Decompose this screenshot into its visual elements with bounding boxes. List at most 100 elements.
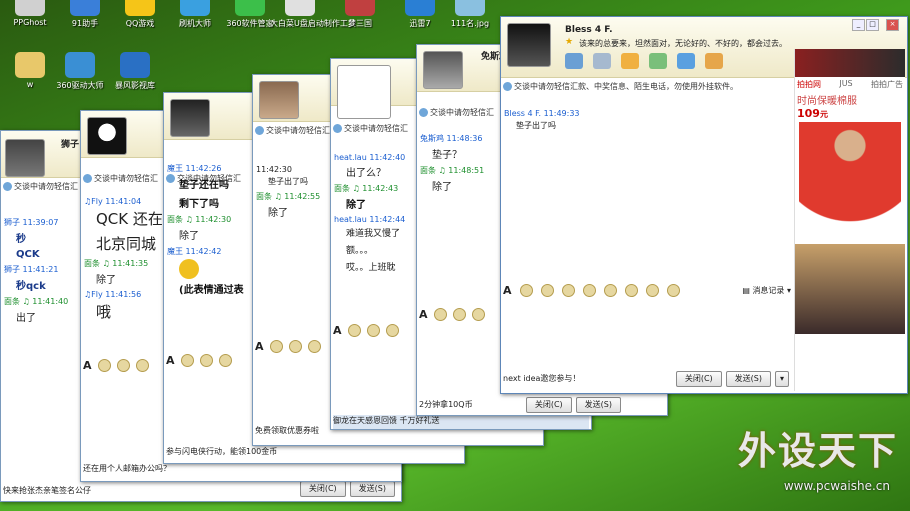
voice-icon[interactable]	[385, 323, 399, 337]
app-icon	[405, 0, 435, 16]
shake-icon[interactable]	[452, 307, 466, 321]
message-history-button[interactable]: ▤ 消息记录 ▾	[742, 285, 791, 296]
font-icon[interactable]: A	[419, 308, 428, 321]
info-icon	[419, 108, 428, 117]
window-toolbar	[565, 53, 723, 69]
contact-avatar	[170, 99, 210, 137]
remote-assist-icon[interactable]	[649, 53, 667, 69]
font-icon[interactable]: A	[333, 324, 342, 337]
desktop-icon[interactable]: QQ游戏	[110, 0, 170, 29]
font-icon[interactable]: A	[83, 359, 92, 372]
rabbit-avatar	[337, 65, 391, 119]
send-button[interactable]: 发送(S)	[725, 371, 771, 387]
shake-icon[interactable]	[288, 339, 302, 353]
maximize-icon[interactable]: □	[866, 19, 879, 31]
app-icon	[285, 0, 315, 16]
font-icon[interactable]: A	[166, 354, 175, 367]
close-icon[interactable]: ×	[886, 19, 899, 31]
info-icon	[255, 126, 264, 135]
voice-call-icon[interactable]	[593, 53, 611, 69]
image-icon[interactable]	[603, 283, 617, 297]
emoji-icon[interactable]	[180, 353, 194, 367]
info-icon	[83, 174, 92, 183]
ad-brand: 拍拍网	[797, 80, 821, 89]
desktop-icon[interactable]: 大白菜U盘启动制作工具	[270, 0, 356, 29]
info-icon	[503, 82, 512, 91]
close-button[interactable]: 关闭(C)	[525, 397, 572, 413]
security-notice: 交谈中请勿轻信汇款、中奖信息、陌生电话，勿使用外挂软件。	[503, 81, 791, 93]
desktop-icon[interactable]: PPGhost	[0, 0, 60, 27]
window-title-tab: 狮子	[61, 140, 80, 150]
voice-icon[interactable]	[218, 353, 232, 367]
calendar-icon[interactable]	[666, 283, 680, 297]
contact-avatar[interactable]	[507, 23, 551, 67]
star-icon: ★	[565, 37, 574, 47]
app-icon	[120, 52, 150, 78]
desktop-icon[interactable]: 111名.jpg	[440, 0, 500, 29]
app-icon	[70, 0, 100, 16]
font-icon[interactable]: A	[503, 284, 512, 297]
shake-icon[interactable]	[540, 283, 554, 297]
emoji-icon[interactable]	[347, 323, 361, 337]
file-transfer-icon[interactable]	[621, 53, 639, 69]
contact-signature: 该来的总要来，坦然面对，无论好的、不好的，都会过去。	[579, 39, 787, 48]
ad-tag: 拍拍广告	[870, 80, 903, 89]
desktop-icon[interactable]: 360驱动大师	[50, 52, 110, 91]
voice-icon[interactable]	[307, 339, 321, 353]
send-button[interactable]: 发送(S)	[349, 481, 395, 497]
watermark-logo: 外设天下	[737, 429, 898, 473]
ad-footer[interactable]: 参与闪电侠行动，能领100金币	[166, 446, 462, 460]
app-icon	[180, 0, 210, 16]
send-button[interactable]: 发送(S)	[575, 397, 621, 413]
send-options-button[interactable]: ▾	[775, 371, 789, 387]
ad-brand-2: JUS	[839, 79, 853, 88]
shake-icon[interactable]	[116, 358, 130, 372]
app-icon	[345, 0, 375, 16]
qq-penguin-avatar	[87, 117, 127, 155]
desktop-icon[interactable]: 刷机大师	[165, 0, 225, 29]
app-menu-icon[interactable]	[705, 53, 723, 69]
message-input[interactable]	[503, 301, 791, 369]
shake-icon[interactable]	[366, 323, 380, 337]
font-icon[interactable]: A	[255, 340, 264, 353]
app-icon	[15, 52, 45, 78]
minimize-icon[interactable]: _	[852, 19, 865, 31]
ad-game-banner[interactable]	[795, 244, 905, 334]
close-button[interactable]: 关闭(C)	[299, 481, 346, 497]
chat-window-main[interactable]: Bless 4 F. ★ 该来的总要来，坦然面对，无论好的、不好的，都会过去。 …	[500, 16, 908, 394]
contact-avatar	[259, 81, 299, 119]
desktop-icon[interactable]: 91助手	[55, 0, 115, 29]
close-button[interactable]: 关闭(C)	[675, 371, 722, 387]
ad-panel[interactable]: 拍拍网 JUS 拍拍广告 时尚保暖棉服 109元	[794, 49, 905, 391]
app-icon	[15, 0, 45, 16]
ad-product-image[interactable]	[799, 122, 901, 240]
ad-footer[interactable]: 还在用个人邮箱办公吗？	[83, 463, 399, 477]
ad-footer[interactable]: 御龙在天感恩回馈 千万好礼送	[333, 415, 589, 429]
emoji-icon[interactable]	[519, 283, 533, 297]
format-toolbar: A ▤ 消息记录 ▾	[503, 283, 791, 297]
voice-message-icon[interactable]	[561, 283, 575, 297]
voice-icon[interactable]	[135, 358, 149, 372]
screen-share-icon[interactable]	[677, 53, 695, 69]
screenshot-scissors-icon[interactable]	[645, 283, 659, 297]
emoji-icon[interactable]	[433, 307, 447, 321]
app-icon	[125, 0, 155, 16]
app-icon	[455, 0, 485, 16]
contact-avatar	[423, 51, 463, 89]
emoji-icon[interactable]	[97, 358, 111, 372]
message-list: Bless 4 F. 11:49:33 垫子出了吗	[504, 107, 791, 333]
desktop-icon[interactable]: 梦三国	[330, 0, 390, 29]
gift-icon[interactable]	[624, 283, 638, 297]
emoji-icon[interactable]	[269, 339, 283, 353]
ad-banner-top[interactable]	[795, 49, 905, 77]
shake-icon[interactable]	[199, 353, 213, 367]
app-icon	[65, 52, 95, 78]
video-call-icon[interactable]	[565, 53, 583, 69]
voice-icon[interactable]	[471, 307, 485, 321]
ad-footer[interactable]: next idea邀您参与！	[503, 373, 663, 387]
ad-price: 109元	[797, 107, 828, 120]
ad-product-title: 时尚保暖棉服	[797, 96, 857, 107]
desktop-icon[interactable]: 暴风影视库	[105, 52, 165, 91]
contact-name: Bless 4 F.	[565, 25, 613, 35]
edit-icon[interactable]	[582, 283, 596, 297]
